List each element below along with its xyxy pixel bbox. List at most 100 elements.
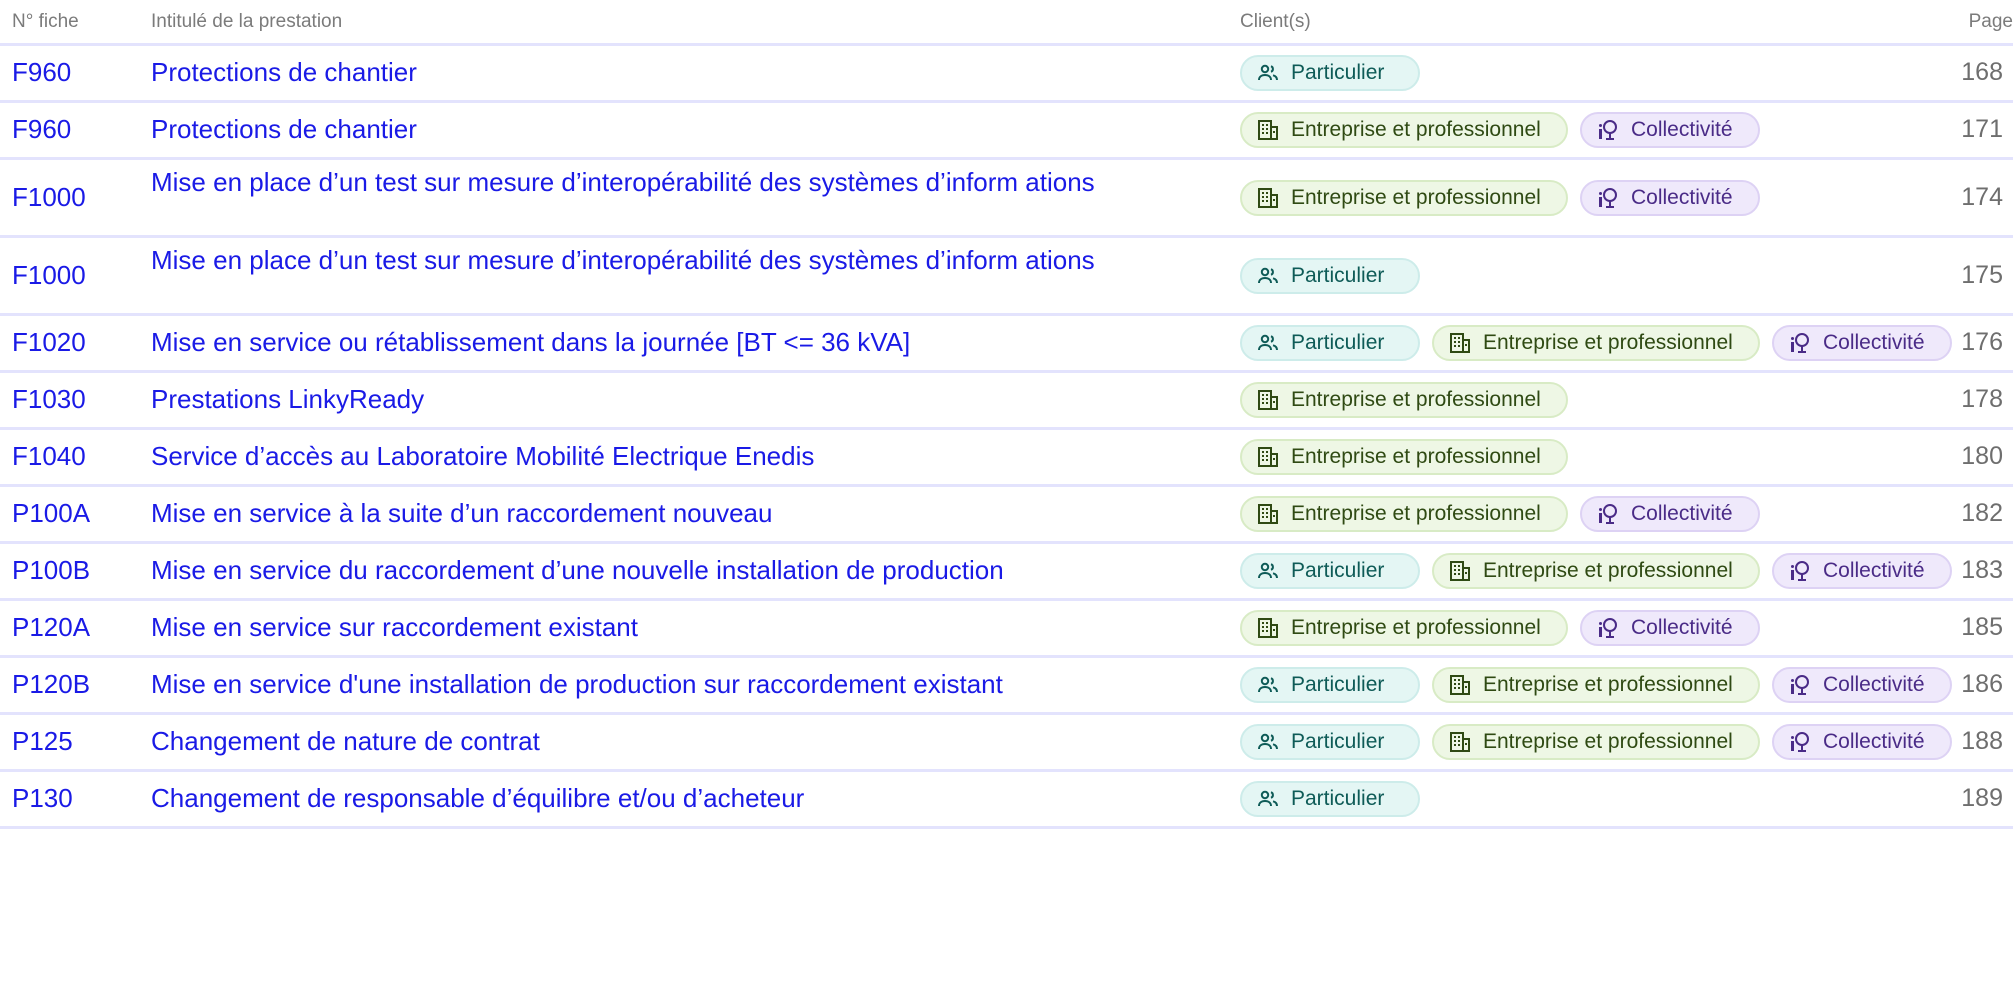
client-tag-label: Particulier	[1291, 673, 1385, 696]
people-icon	[1256, 673, 1280, 697]
table-row: F960 Protections de chantier Entreprise et…	[0, 103, 2013, 160]
table-row: P100A Mise en service à la suite d’un rac…	[0, 487, 2013, 544]
prestation-title-link[interactable]: Mise en place d’un test sur mesure d’int…	[151, 245, 1101, 276]
town-hall-icon	[1788, 730, 1812, 754]
client-tag-ent: Entreprise et professionnel	[1432, 724, 1760, 760]
client-tag-label: Entreprise et professionnel	[1483, 331, 1733, 354]
client-tags: Particulier	[1240, 781, 1432, 817]
client-tag-ent: Entreprise et professionnel	[1432, 325, 1760, 361]
client-tag-label: Particulier	[1291, 730, 1385, 753]
prestation-title-link[interactable]: Protections de chantier	[151, 114, 1101, 145]
client-tags: Particulier Entreprise et professionnel Co…	[1240, 553, 1964, 589]
building-icon	[1256, 118, 1280, 142]
client-tag-part: Particulier	[1240, 325, 1420, 361]
client-tag-coll: Collectivité	[1772, 667, 1952, 703]
prestation-title-link[interactable]: Mise en service d'une installation de pr…	[151, 669, 1101, 700]
client-tag-coll: Collectivité	[1580, 179, 1760, 216]
client-tag-label: Entreprise et professionnel	[1291, 388, 1541, 411]
client-tag-label: Particulier	[1291, 263, 1385, 287]
page-number: 168	[1961, 58, 2003, 86]
page-number: 178	[1961, 385, 2003, 413]
fiche-code-link[interactable]: P100B	[12, 555, 90, 586]
people-icon	[1256, 787, 1280, 811]
client-tags: Entreprise et professionnel	[1240, 382, 1580, 418]
client-tag-label: Collectivité	[1631, 502, 1733, 525]
prestation-title-link[interactable]: Prestations LinkyReady	[151, 384, 1101, 415]
client-tag-coll: Collectivité	[1580, 496, 1760, 532]
fiche-code-link[interactable]: F1000	[12, 182, 86, 213]
fiche-code-link[interactable]: P130	[12, 783, 73, 814]
fiche-code-link[interactable]: P125	[12, 726, 73, 757]
prestation-title-link[interactable]: Mise en service sur raccordement existan…	[151, 612, 1101, 643]
table-row: P100B Mise en service du raccordement d’u…	[0, 544, 2013, 601]
client-tag-label: Entreprise et professionnel	[1291, 502, 1541, 525]
fiche-code-link[interactable]: F1000	[12, 260, 86, 291]
prestation-title-link[interactable]: Protections de chantier	[151, 57, 1101, 88]
building-icon	[1256, 445, 1280, 469]
town-hall-icon	[1596, 118, 1620, 142]
town-hall-icon	[1596, 502, 1620, 526]
client-tag-label: Collectivité	[1823, 331, 1925, 354]
client-tag-label: Collectivité	[1631, 118, 1733, 141]
client-tag-part: Particulier	[1240, 724, 1420, 760]
page-number: 176	[1961, 328, 2003, 356]
client-tags: Particulier Entreprise et professionnel Co…	[1240, 667, 1964, 703]
prestation-title-link[interactable]: Changement de responsable d’équilibre et…	[151, 783, 1101, 814]
client-tag-ent: Entreprise et professionnel	[1240, 382, 1568, 418]
table-body: F960 Protections de chantier Particulier 16…	[0, 46, 2013, 829]
fiche-code-link[interactable]: F960	[12, 114, 71, 145]
header-clients: Client(s)	[1240, 11, 1311, 32]
client-tags: Particulier Entreprise et professionnel Co…	[1240, 325, 1964, 361]
page-number: 183	[1961, 556, 2003, 584]
fiche-code-link[interactable]: F1020	[12, 327, 86, 358]
client-tag-label: Particulier	[1291, 787, 1385, 810]
fiche-code-link[interactable]: F1030	[12, 384, 86, 415]
client-tag-label: Entreprise et professionnel	[1291, 616, 1541, 639]
client-tag-label: Entreprise et professionnel	[1483, 673, 1733, 696]
prestation-title-link[interactable]: Changement de nature de contrat	[151, 726, 1101, 757]
client-tag-label: Collectivité	[1631, 616, 1733, 639]
client-tag-coll: Collectivité	[1580, 610, 1760, 646]
town-hall-icon	[1788, 673, 1812, 697]
prestation-title-link[interactable]: Mise en place d’un test sur mesure d’int…	[151, 167, 1101, 198]
client-tag-coll: Collectivité	[1772, 553, 1952, 589]
prestation-title-link[interactable]: Service d’accès au Laboratoire Mobilité …	[151, 441, 1101, 472]
table-row: P120B Mise en service d'une installation …	[0, 658, 2013, 715]
table-row: F1040 Service d’accès au Laboratoire Mobi…	[0, 430, 2013, 487]
prestation-title-link[interactable]: Mise en service ou rétablissement dans l…	[151, 327, 1101, 358]
table-row: F960 Protections de chantier Particulier 16…	[0, 46, 2013, 103]
building-icon	[1448, 730, 1472, 754]
town-hall-icon	[1788, 331, 1812, 355]
page-number: 174	[1961, 182, 2003, 211]
prestation-title-link[interactable]: Mise en service à la suite d’un raccorde…	[151, 498, 1101, 529]
client-tag-label: Collectivité	[1823, 730, 1925, 753]
prestations-table: N° fiche Intitulé de la prestation Clien…	[0, 0, 2013, 829]
table-row: P130 Changement de responsable d’équilibr…	[0, 772, 2013, 829]
client-tag-label: Collectivité	[1631, 185, 1733, 209]
client-tag-label: Entreprise et professionnel	[1291, 185, 1541, 209]
fiche-code-link[interactable]: F960	[12, 57, 71, 88]
client-tags: Particulier Entreprise et professionnel Co…	[1240, 724, 1964, 760]
client-tag-ent: Entreprise et professionnel	[1432, 667, 1760, 703]
table-header: N° fiche Intitulé de la prestation Clien…	[0, 0, 2013, 46]
client-tag-ent: Entreprise et professionnel	[1432, 553, 1760, 589]
page-number: 188	[1961, 727, 2003, 755]
client-tag-ent: Entreprise et professionnel	[1240, 610, 1568, 646]
town-hall-icon	[1596, 186, 1620, 210]
fiche-code-link[interactable]: P120A	[12, 612, 90, 643]
client-tag-label: Particulier	[1291, 559, 1385, 582]
client-tag-label: Entreprise et professionnel	[1483, 730, 1733, 753]
page-number: 185	[1961, 613, 2003, 641]
prestation-title-link[interactable]: Mise en service du raccordement d’une no…	[151, 555, 1101, 586]
client-tag-part: Particulier	[1240, 781, 1420, 817]
client-tag-label: Entreprise et professionnel	[1291, 118, 1541, 141]
table-row: F1000 Mise en place d’un test sur mesure …	[0, 160, 2013, 238]
table-row: F1020 Mise en service ou rétablissement d…	[0, 316, 2013, 373]
page-number: 189	[1961, 784, 2003, 812]
fiche-code-link[interactable]: P120B	[12, 669, 90, 700]
fiche-code-link[interactable]: P100A	[12, 498, 90, 529]
fiche-code-link[interactable]: F1040	[12, 441, 86, 472]
client-tag-part: Particulier	[1240, 257, 1420, 294]
client-tag-label: Particulier	[1291, 331, 1385, 354]
client-tag-coll: Collectivité	[1580, 112, 1760, 148]
